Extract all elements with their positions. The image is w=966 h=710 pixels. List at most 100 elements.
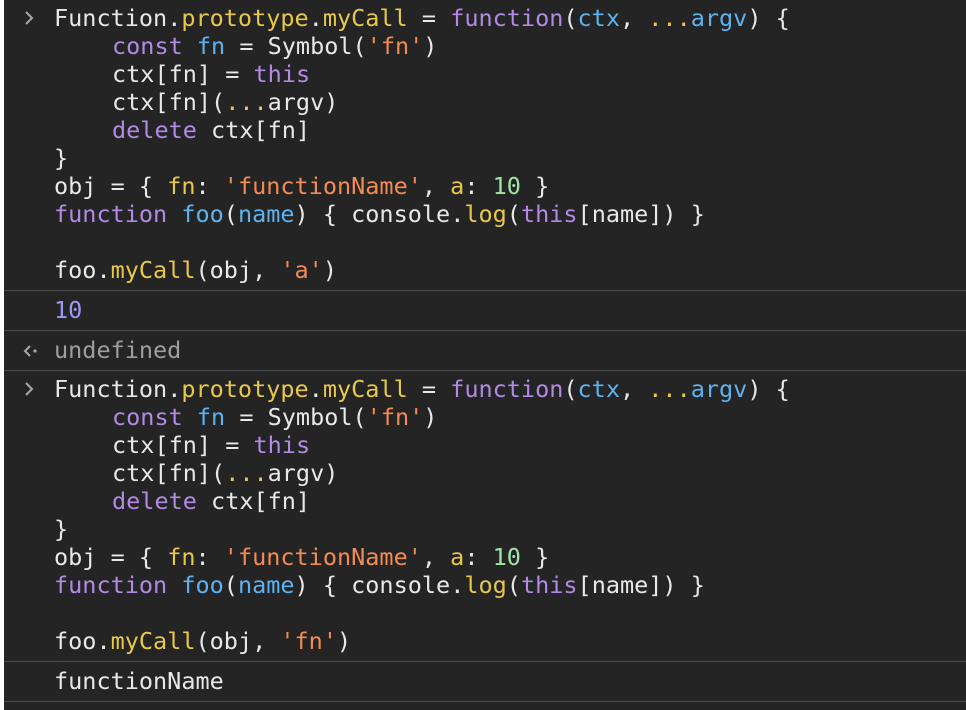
code-token: ) { <box>294 200 352 228</box>
code-token: ... <box>648 375 691 403</box>
chevron-right-icon <box>18 377 42 401</box>
code-line: Function.prototype.myCall = function(ctx… <box>4 375 966 403</box>
code-token: ... <box>225 88 268 116</box>
code-token: argv) <box>267 88 339 116</box>
code-token: = <box>225 32 268 60</box>
code-token: this <box>253 60 311 88</box>
code-token: . <box>450 571 465 599</box>
code-token: this <box>520 200 578 228</box>
code-line: } <box>4 515 966 543</box>
code-token: ctx <box>577 375 620 403</box>
code-line: ctx[fn](...argv) <box>4 459 966 487</box>
code-token: foo <box>181 200 224 228</box>
code-token: 'fn' <box>366 403 424 431</box>
code-token: ) { <box>747 375 790 403</box>
code-token: 'fn' <box>366 32 424 60</box>
code-token: fn <box>196 32 226 60</box>
code-token: . <box>167 375 182 403</box>
code-token: myCall <box>110 627 196 655</box>
code-token: prototype <box>181 4 309 32</box>
code-token: myCall <box>322 4 408 32</box>
code-token: console <box>351 200 451 228</box>
code-token: 'a' <box>280 256 323 284</box>
code-token: this <box>520 571 578 599</box>
code-token: a <box>450 543 465 571</box>
code-line: obj = { fn: 'functionName', a: 10 } <box>4 543 966 571</box>
code-token: fn <box>167 172 196 200</box>
code-token: ( <box>563 375 578 403</box>
code-token: 10 <box>492 172 521 200</box>
code-line: ctx[fn](...argv) <box>4 88 966 116</box>
console-log-entry: 10 <box>4 291 966 331</box>
devtools-console: Function.prototype.myCall = function(ctx… <box>4 0 966 710</box>
code-token: 10 <box>492 543 521 571</box>
code-token: Function <box>54 375 168 403</box>
code-token: log <box>464 571 507 599</box>
code-token: ) <box>322 256 337 284</box>
code-token: = <box>407 375 451 403</box>
code-line: function foo(name) { console.log(this[na… <box>4 571 966 599</box>
code-token: function <box>54 200 182 228</box>
code-token: ... <box>225 459 268 487</box>
code-token: = { <box>96 543 168 571</box>
code-token: delete <box>112 487 212 515</box>
code-token: ( <box>352 32 367 60</box>
code-line: foo.myCall(obj, 'a') <box>4 256 966 284</box>
chevron-right-icon <box>18 6 42 30</box>
code-token: foo <box>181 571 224 599</box>
return-arrow-icon <box>18 339 42 363</box>
code-token: ctx[fn]( <box>112 459 226 487</box>
code-token: 'functionName' <box>223 543 422 571</box>
code-token: . <box>96 627 111 655</box>
code-token: ( <box>223 200 238 228</box>
code-token: a <box>450 172 465 200</box>
code-token: [name]) } <box>577 571 705 599</box>
code-token: Symbol <box>267 403 353 431</box>
code-token: const <box>112 32 197 60</box>
code-token: log <box>464 200 507 228</box>
code-line: const fn = Symbol('fn') <box>4 32 966 60</box>
code-token: name <box>237 571 295 599</box>
code-token: ctx[fn] <box>211 487 311 515</box>
code-token: , <box>421 543 451 571</box>
code-token: ( <box>506 571 521 599</box>
code-token: : <box>464 172 493 200</box>
code-line: function foo(name) { console.log(this[na… <box>4 200 966 228</box>
console-input-entry[interactable]: Function.prototype.myCall = function(ctx… <box>4 0 966 291</box>
code-token: myCall <box>110 256 196 284</box>
console-input-entry[interactable]: Function.prototype.myCall = function(ctx… <box>4 371 966 662</box>
code-token: : <box>195 172 224 200</box>
code-token: ctx[fn] <box>112 431 212 459</box>
code-token: 'fn' <box>280 627 337 655</box>
code-line: const fn = Symbol('fn') <box>4 403 966 431</box>
code-token: Function <box>54 4 168 32</box>
code-token: function <box>450 4 564 32</box>
code-token: Symbol <box>267 32 353 60</box>
code-token: } <box>54 515 69 543</box>
code-token: delete <box>112 116 212 144</box>
code-line: Function.prototype.myCall = function(ctx… <box>4 4 966 32</box>
code-token: prototype <box>181 375 309 403</box>
code-token: argv <box>690 375 748 403</box>
code-token: fn <box>167 543 196 571</box>
code-token: ) <box>423 403 438 431</box>
code-token: const <box>112 403 197 431</box>
code-token: argv) <box>267 459 339 487</box>
code-token: ctx[fn] <box>112 60 212 88</box>
code-token: ctx[fn]( <box>112 88 226 116</box>
code-token: : <box>195 543 224 571</box>
code-token: ) <box>336 627 352 655</box>
code-token: } <box>54 144 69 172</box>
code-token: function <box>54 571 182 599</box>
code-token: [name]) } <box>577 200 705 228</box>
code-token: foo <box>54 627 97 655</box>
code-line: foo.myCall(obj, 'fn') <box>4 627 966 655</box>
code-token: = <box>407 4 451 32</box>
code-token: . <box>308 4 323 32</box>
code-line: } <box>4 144 966 172</box>
code-token: ctx <box>577 4 620 32</box>
code-token: ( <box>506 200 521 228</box>
code-token: . <box>308 375 323 403</box>
code-token: obj <box>54 543 97 571</box>
